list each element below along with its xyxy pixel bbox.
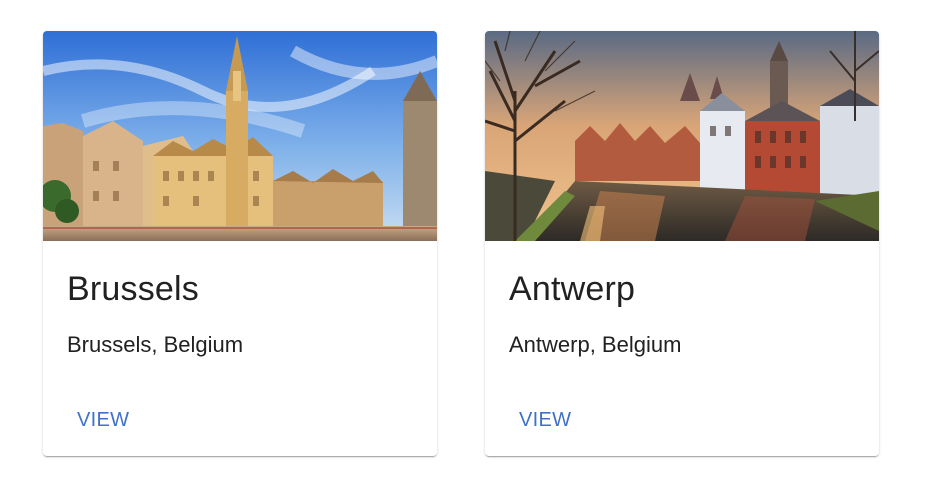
- card-subtitle: Antwerp, Belgium: [509, 332, 682, 357]
- grand-place-photo: [43, 31, 437, 241]
- card-image-brussels[interactable]: [43, 31, 437, 241]
- card-image-antwerp[interactable]: [485, 31, 879, 241]
- card-actions: VIEW: [61, 403, 145, 438]
- card-title: Brussels: [67, 270, 199, 308]
- view-button[interactable]: VIEW: [503, 403, 587, 438]
- card-subtitle: Brussels, Belgium: [67, 332, 244, 357]
- view-button[interactable]: VIEW: [61, 403, 145, 438]
- canal-city-photo: [485, 31, 879, 241]
- city-card-brussels: Brussels Brussels, Belgium VIEW: [43, 31, 437, 456]
- city-card-antwerp: Antwerp Antwerp, Belgium VIEW: [485, 31, 879, 456]
- card-actions: VIEW: [503, 403, 587, 438]
- cards-grid: Brussels Brussels, Belgium VIEW Antwerp …: [0, 0, 934, 496]
- card-title: Antwerp: [509, 270, 636, 308]
